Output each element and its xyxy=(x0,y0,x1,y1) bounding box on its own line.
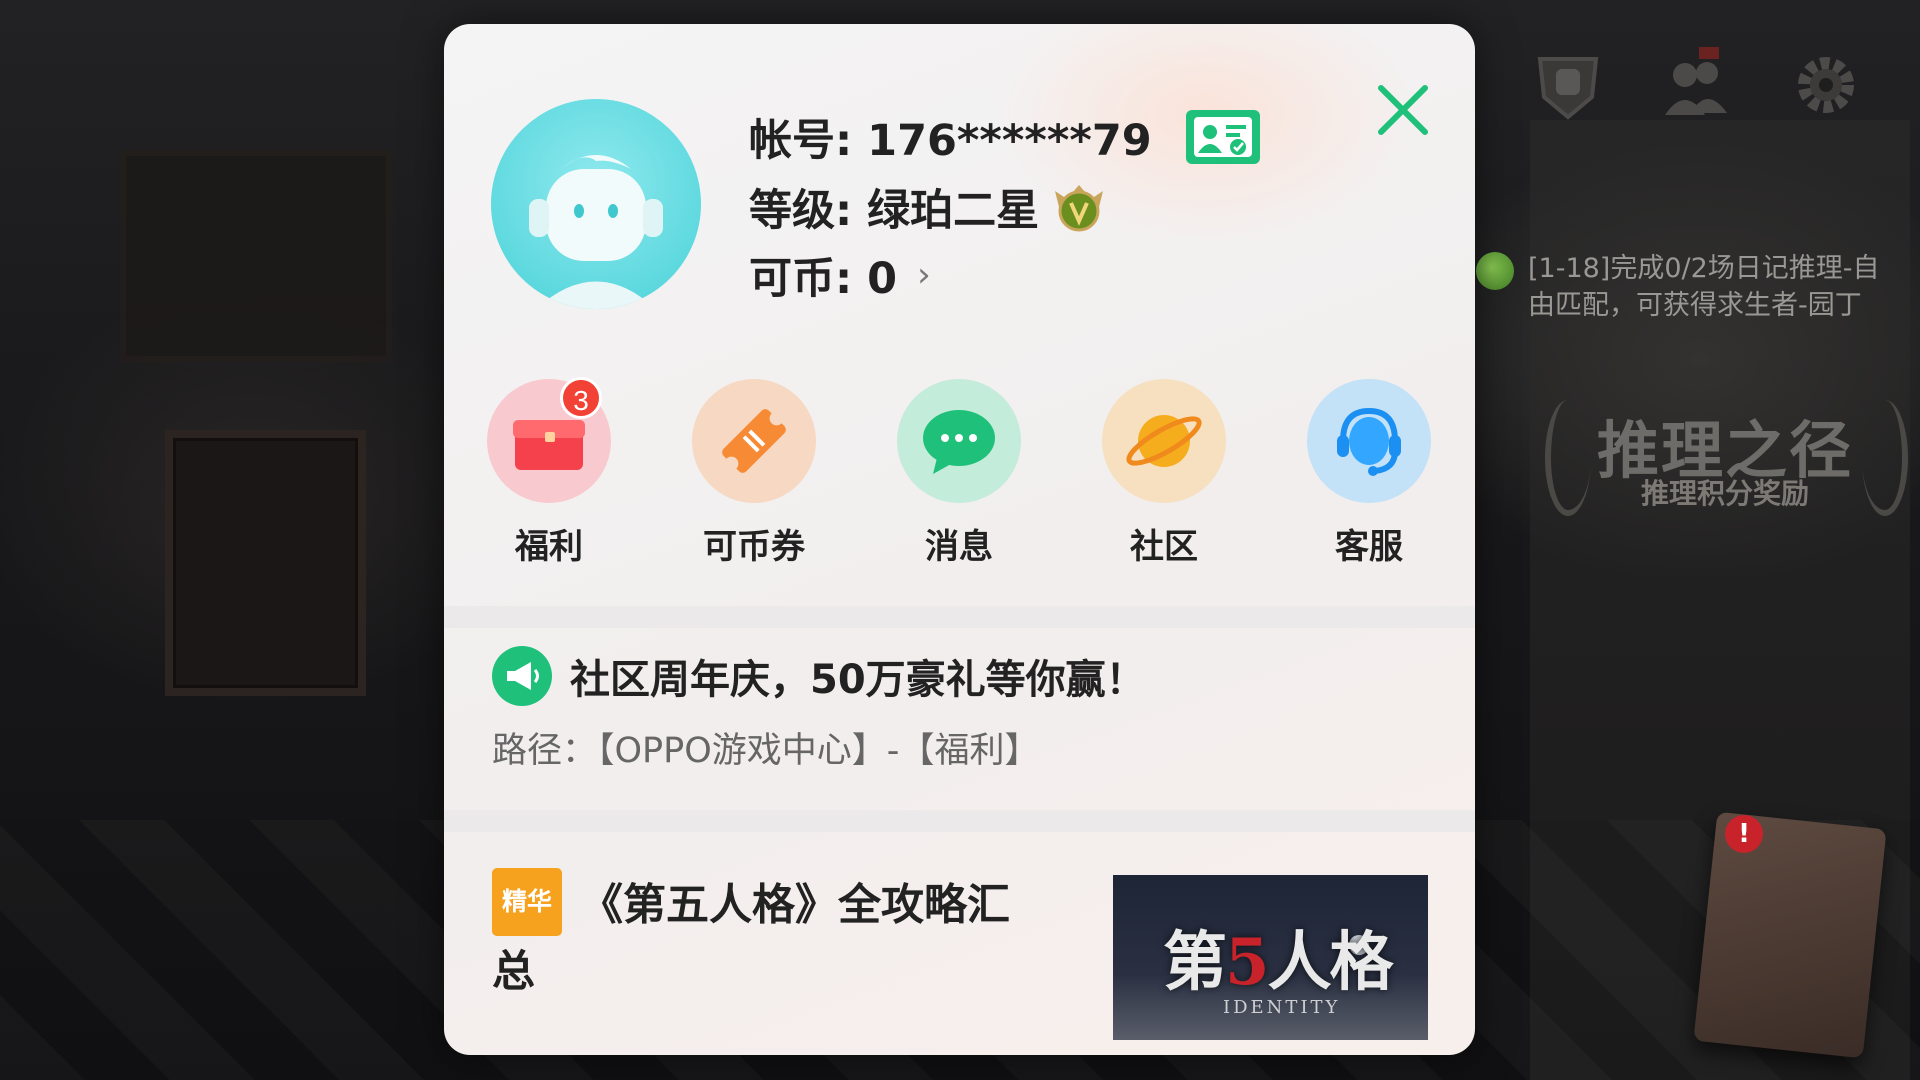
headset-icon xyxy=(1307,379,1431,503)
logo-number: 5 xyxy=(1225,925,1270,1000)
ticket-icon xyxy=(692,379,816,503)
announcement-path: 路径：【OPPO游戏中心】-【福利】 xyxy=(492,731,1040,771)
game-logo-text: 第5人格 xyxy=(1163,911,1394,1003)
article-title: 《第五人格》全攻略汇总 xyxy=(492,880,1011,998)
logo-char-1: 第 xyxy=(1163,925,1227,1000)
featured-tag: 精华 xyxy=(492,868,563,936)
verified-id-icon[interactable] xyxy=(1185,110,1260,164)
action-customer-service[interactable]: 客服 xyxy=(1294,379,1444,568)
level-row: 等级: 绿珀二星 xyxy=(749,176,1109,238)
action-label: 客服 xyxy=(1335,527,1403,567)
quest-text[interactable]: [1-18]完成0/2场日记推理-自由匹配，可获得求生者-园丁 xyxy=(1476,250,1888,324)
announcement-title: 社区周年庆，50万豪礼等你赢！ xyxy=(570,657,1146,703)
action-label: 消息 xyxy=(925,527,993,567)
settings-gear-icon[interactable] xyxy=(1783,42,1869,128)
close-icon[interactable] xyxy=(1375,82,1431,138)
megaphone-icon xyxy=(492,646,552,706)
chevron-right-icon: › xyxy=(917,255,931,295)
action-messages[interactable]: 消息 xyxy=(884,379,1034,568)
book-alert-badge: ! xyxy=(1725,815,1763,853)
logo-char-2: 人格 xyxy=(1267,925,1394,1000)
action-label: 可币券 xyxy=(703,527,805,567)
section-divider xyxy=(444,606,1475,628)
action-row: 3 福利 可币券 消息 社区 客服 xyxy=(474,377,1444,568)
article-description: 系统介绍地图攻略监管者屠监求 xyxy=(492,1046,940,1055)
background-window xyxy=(120,150,392,362)
planet-icon xyxy=(1102,379,1226,503)
chat-icon xyxy=(897,379,1021,503)
action-coupons[interactable]: 可币券 xyxy=(679,379,829,568)
article-card[interactable]: 精华 《第五人格》全攻略汇总 xyxy=(492,868,1052,1002)
fist-shield-icon[interactable] xyxy=(1525,42,1611,128)
level-text: 等级: 绿珀二星 xyxy=(749,186,1040,236)
coins-text: 可币: 0 xyxy=(749,254,898,304)
quest-label: [1-18]完成0/2场日记推理-自由匹配，可获得求生者-园丁 xyxy=(1528,253,1880,321)
action-welfare[interactable]: 3 福利 xyxy=(474,377,624,568)
account-text: 帐号: 176******79 xyxy=(749,116,1152,166)
account-panel: 帐号: 176******79 等级: 绿珀二星 可币: 0 › 3 福利 可币… xyxy=(444,24,1475,1055)
announcement-card[interactable]: 社区周年庆，50万豪礼等你赢！ 路径：【OPPO游戏中心】-【福利】 xyxy=(492,646,1435,773)
action-community[interactable]: 社区 xyxy=(1089,379,1239,568)
vip-level-icon xyxy=(1049,179,1109,235)
section-divider xyxy=(444,810,1475,832)
action-label: 社区 xyxy=(1130,527,1198,567)
reasoning-path-subtitle: 推理积分奖励 xyxy=(1640,477,1809,510)
diary-book-icon[interactable] xyxy=(1693,811,1887,1059)
friends-icon[interactable] xyxy=(1652,42,1738,128)
article-thumbnail[interactable]: 第5人格 IDENTITY xyxy=(1113,875,1428,1040)
welfare-count-badge: 3 xyxy=(560,377,602,419)
account-row: 帐号: 176******79 xyxy=(749,106,1260,168)
quest-status-dot xyxy=(1476,252,1514,290)
background-picture-frame xyxy=(165,430,366,696)
action-label: 福利 xyxy=(515,527,583,567)
announcement-title-row: 社区周年庆，50万豪礼等你赢！ xyxy=(492,646,1435,706)
coins-row[interactable]: 可币: 0 › xyxy=(749,244,931,306)
avatar[interactable] xyxy=(491,99,701,309)
game-logo-subtitle: IDENTITY xyxy=(1223,997,1341,1018)
article-title-block: 精华 《第五人格》全攻略汇总 xyxy=(492,868,1052,1002)
